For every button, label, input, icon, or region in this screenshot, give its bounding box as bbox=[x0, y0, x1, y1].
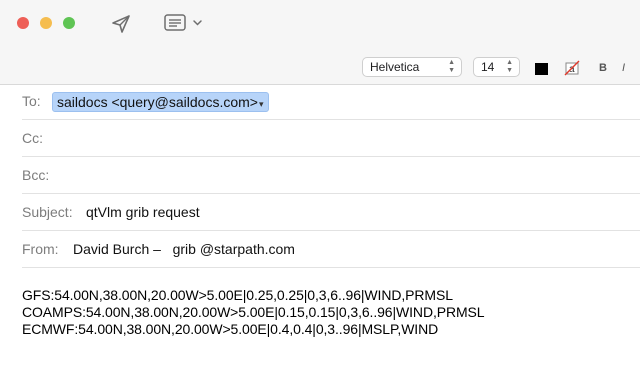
font-size-select[interactable]: 14 ▲ ▼ bbox=[473, 57, 520, 77]
paper-plane-icon bbox=[112, 15, 130, 33]
highlight-strike-icon: a bbox=[564, 60, 580, 76]
from-label: From: bbox=[22, 241, 59, 257]
zoom-window-button[interactable] bbox=[63, 17, 75, 29]
to-label: To: bbox=[22, 93, 41, 109]
body-line[interactable]: ECMWF:54.00N,38.00N,20.00W>5.00E|0.4,0.4… bbox=[22, 321, 622, 338]
subject-row[interactable]: Subject: qtVlm grib request bbox=[22, 195, 640, 231]
body-line[interactable]: GFS:54.00N,38.00N,20.00W>5.00E|0.25,0.25… bbox=[22, 287, 622, 304]
title-bar bbox=[0, 0, 640, 52]
format-menu-button[interactable] bbox=[163, 12, 205, 34]
highlight-color-button[interactable]: a bbox=[564, 60, 580, 76]
bcc-row[interactable]: Bcc: bbox=[22, 158, 640, 194]
from-row[interactable]: From: David Burch – grib @starpath.com bbox=[22, 232, 640, 268]
font-family-value: Helvetica bbox=[370, 60, 420, 74]
chevron-down-icon[interactable]: ▾ bbox=[259, 99, 264, 109]
minimize-window-button[interactable] bbox=[40, 17, 52, 29]
italic-button[interactable]: I bbox=[622, 60, 625, 76]
font-size-value: 14 bbox=[481, 60, 495, 74]
cc-row[interactable]: Cc: bbox=[22, 121, 640, 157]
recipient-token[interactable]: saildocs <query@saildocs.com>▾ bbox=[52, 92, 269, 112]
subject-field[interactable]: qtVlm grib request bbox=[86, 204, 200, 220]
cc-label: Cc: bbox=[22, 130, 43, 146]
from-field[interactable]: David Burch – grib @starpath.com bbox=[73, 241, 295, 257]
recipient-address: saildocs <query@saildocs.com> bbox=[57, 94, 258, 110]
send-button[interactable] bbox=[110, 13, 132, 35]
message-body[interactable]: GFS:54.00N,38.00N,20.00W>5.00E|0.25,0.25… bbox=[22, 287, 622, 338]
updown-chevron-icon: ▲ ▼ bbox=[448, 59, 455, 74]
subject-label: Subject: bbox=[22, 204, 73, 220]
updown-chevron-icon: ▲ ▼ bbox=[506, 59, 513, 74]
text-color-swatch[interactable] bbox=[535, 63, 548, 75]
bold-button[interactable]: B bbox=[599, 60, 607, 76]
close-window-button[interactable] bbox=[17, 17, 29, 29]
format-list-icon bbox=[164, 14, 202, 31]
bcc-label: Bcc: bbox=[22, 167, 50, 183]
font-family-select[interactable]: Helvetica ▲ ▼ bbox=[362, 57, 462, 77]
to-row: To: saildocs <query@saildocs.com>▾ bbox=[22, 84, 640, 120]
body-line[interactable]: COAMPS:54.00N,38.00N,20.00W>5.00E|0.15,0… bbox=[22, 304, 622, 321]
